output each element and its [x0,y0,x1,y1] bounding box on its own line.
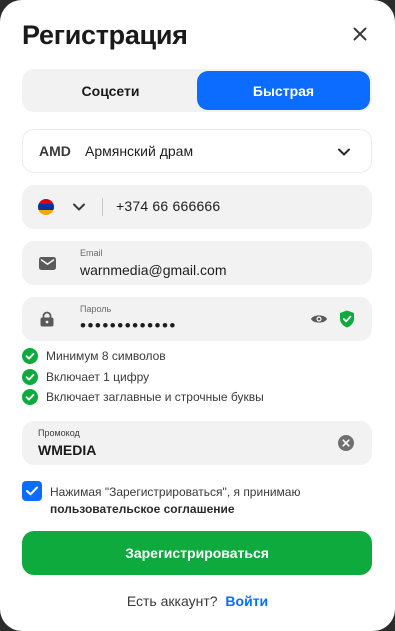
promo-input[interactable]: WMEDIA [38,442,96,458]
password-field[interactable]: Пароль ••••••••••••• [22,297,372,341]
clear-promo-button[interactable] [338,435,354,451]
phone-input[interactable]: +374 66 666666 [116,198,220,214]
currency-name: Армянский драм [85,143,194,159]
password-rule: Минимум 8 символов [22,348,166,364]
chevron-down-icon [338,148,350,156]
checkmark-icon [26,486,38,496]
password-input[interactable]: ••••••••••••• [80,316,177,336]
check-circle-icon [22,369,38,385]
login-prompt: Есть аккаунт? Войти [0,593,395,609]
tab-social[interactable]: Соцсети [24,71,197,110]
agreement-checkbox[interactable] [22,481,42,501]
registration-tabs: Соцсети Быстрая [22,69,372,112]
tab-quick[interactable]: Быстрая [197,71,370,110]
close-button[interactable] [348,22,372,46]
agreement-statement: Нажимая "Зарегистрироваться", я принимаю [50,485,301,499]
password-rule-text: Включает заглавные и строчные буквы [46,390,264,404]
check-circle-icon [22,389,38,405]
login-question: Есть аккаунт? [126,593,218,609]
eye-icon[interactable] [310,312,328,326]
email-field[interactable]: Email warnmedia@gmail.com [22,241,372,285]
register-button[interactable]: Зарегистрироваться [22,531,372,575]
armenia-flag-icon [38,199,54,215]
modal-title: Регистрация [22,20,188,50]
country-chevron-down-icon[interactable] [71,199,87,215]
user-agreement-link[interactable]: пользовательское соглашение [50,502,235,516]
phone-divider [102,198,103,216]
phone-field: +374 66 666666 [22,185,372,229]
password-label: Пароль [80,304,112,314]
promo-code-field[interactable]: Промокод WMEDIA [22,421,372,465]
lock-icon [38,311,56,327]
password-rule: Включает 1 цифру [22,369,149,385]
promo-label: Промокод [38,428,80,438]
agreement-text: Нажимая "Зарегистрироваться", я принимаю… [50,484,350,518]
login-link[interactable]: Войти [225,593,268,609]
registration-modal: Регистрация Соцсети Быстрая AMD Армянски… [0,0,395,631]
check-circle-icon [22,348,38,364]
clear-icon [342,439,350,447]
currency-select[interactable]: AMD Армянский драм [22,129,372,173]
currency-code: AMD [39,143,71,159]
password-rule-text: Минимум 8 символов [46,349,166,363]
envelope-icon [38,255,56,271]
close-icon [353,27,367,41]
password-rule: Включает заглавные и строчные буквы [22,389,264,405]
email-label: Email [80,248,103,258]
password-rule-text: Включает 1 цифру [46,370,150,384]
email-input[interactable]: warnmedia@gmail.com [80,262,226,278]
shield-check-icon [340,310,354,328]
